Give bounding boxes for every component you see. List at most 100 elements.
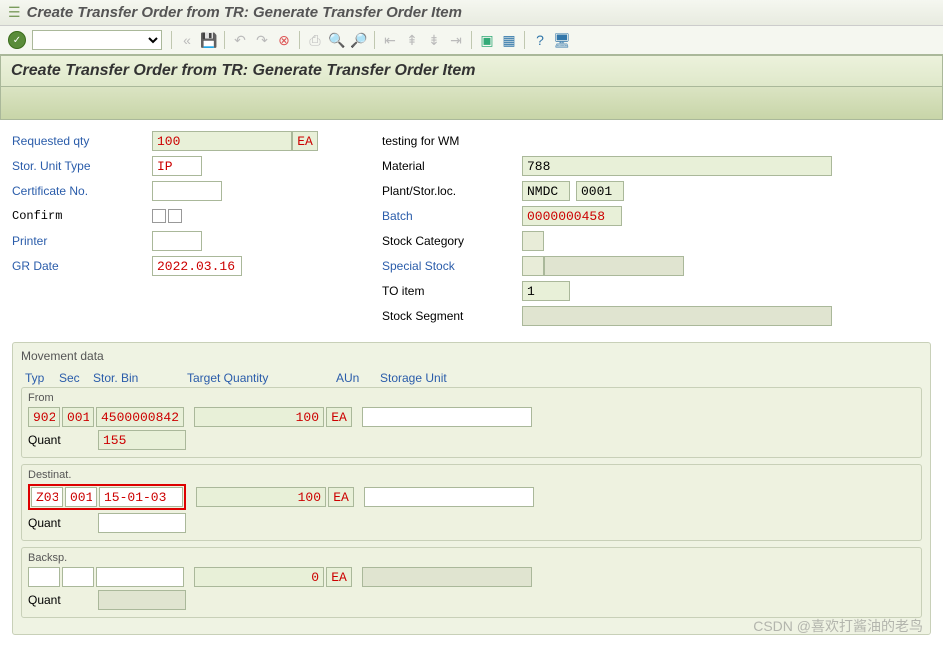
back-icon[interactable]: ↶ [230,30,250,50]
command-combo[interactable] [32,30,162,50]
to-item-input [522,281,570,301]
material-input [522,156,832,176]
right-column: testing for WM Material Plant/Stor.loc. … [382,130,931,330]
material-label: Material [382,159,522,173]
exit-icon[interactable]: ↷ [252,30,272,50]
shortcut-icon[interactable]: ▦ [499,30,519,50]
print-icon[interactable]: ⎙ [305,30,325,50]
toolbar-separator [299,31,300,49]
printer-label: Printer [12,234,152,248]
dest-quant[interactable] [98,513,186,533]
toolbar-separator [171,31,172,49]
storloc-input [576,181,624,201]
stor-unit-type-label: Stor. Unit Type [12,159,152,173]
col-sec: Sec [59,371,89,385]
from-quant-label: Quant [28,433,96,447]
movement-data-section: Movement data Typ Sec Stor. Bin Target Q… [12,342,931,635]
col-aun: AUn [336,371,376,385]
destinat-subsection: Destinat. Quant [21,464,922,541]
requested-qty-input[interactable] [152,131,292,151]
printer-input[interactable] [152,231,202,251]
back-storage-unit [362,567,532,587]
new-session-icon[interactable]: ▣ [477,30,497,50]
col-typ: Typ [25,371,55,385]
certificate-no-input[interactable] [152,181,222,201]
plant-label: Plant/Stor.loc. [382,184,522,198]
back-sec[interactable] [62,567,94,587]
find-next-icon[interactable]: 🔎 [349,30,369,50]
destinat-title: Destinat. [28,469,915,481]
help-icon[interactable]: ? [530,30,550,50]
movement-columns: Typ Sec Stor. Bin Target Quantity AUn St… [21,369,922,387]
from-bin[interactable] [96,407,184,427]
to-item-label: TO item [382,284,522,298]
dest-sec[interactable] [65,487,97,507]
from-quant[interactable] [98,430,186,450]
dest-qty[interactable] [196,487,326,507]
back-aun [326,567,352,587]
window-titlebar: ☰ Create Transfer Order from TR: Generat… [0,0,943,26]
backsp-subsection: Backsp. Quant [21,547,922,618]
page-up-icon[interactable]: ⇞ [402,30,422,50]
destinat-highlight [28,484,186,510]
from-subsection: From Quant [21,387,922,458]
back-bin[interactable] [96,567,184,587]
dest-storage-unit[interactable] [364,487,534,507]
batch-input [522,206,622,226]
from-typ[interactable] [28,407,60,427]
stock-segment-label: Stock Segment [382,309,522,323]
confirm-checkbox-1[interactable] [152,209,166,223]
from-title: From [28,392,915,404]
first-page-icon[interactable]: « [177,30,197,50]
certificate-no-label: Certificate No. [12,184,152,198]
confirm-label: Confirm [12,209,152,223]
form-area: Requested qty Stor. Unit Type Certificat… [0,120,943,336]
toolbar-separator [224,31,225,49]
movement-data-title: Movement data [21,347,922,365]
back-quant-label: Quant [28,593,96,607]
from-qty[interactable] [194,407,324,427]
page-first-icon[interactable]: ⇤ [380,30,400,50]
app-menu-icon[interactable]: ☰ [8,4,21,21]
special-stock-ind [522,256,544,276]
toolbar: ✓ « 💾 ↶ ↷ ⊗ ⎙ 🔍 🔎 ⇤ ⇞ ⇟ ⇥ ▣ ▦ ? 🖥 [0,26,943,55]
save-icon[interactable]: 💾 [199,30,219,50]
requested-qty-label: Requested qty [12,134,152,148]
page-header: Create Transfer Order from TR: Generate … [0,55,943,120]
back-typ[interactable] [28,567,60,587]
confirm-checkbox-2[interactable] [168,209,182,223]
ok-button[interactable]: ✓ [8,31,26,49]
gr-date-input[interactable] [152,256,242,276]
from-storage-unit[interactable] [362,407,532,427]
cancel-icon[interactable]: ⊗ [274,30,294,50]
back-qty [194,567,324,587]
gr-date-label: GR Date [12,259,152,273]
col-storage-unit: Storage Unit [380,371,500,385]
backsp-title: Backsp. [28,552,915,564]
app-toolbar-area [1,87,942,119]
special-stock-label: Special Stock [382,259,522,273]
stock-segment-input [522,306,832,326]
batch-label: Batch [382,209,522,223]
dest-bin[interactable] [99,487,183,507]
special-stock-input [544,256,684,276]
back-quant [98,590,186,610]
from-sec[interactable] [62,407,94,427]
watermark: CSDN @喜欢打酱油的老鸟 [753,616,923,636]
find-icon[interactable]: 🔍 [327,30,347,50]
stock-category-label: Stock Category [382,234,522,248]
col-bin: Stor. Bin [93,371,183,385]
requested-qty-unit [292,131,318,151]
testing-text: testing for WM [382,134,459,148]
layout-icon[interactable]: 🖥 [552,30,572,50]
page-down-icon[interactable]: ⇟ [424,30,444,50]
dest-aun [328,487,354,507]
stor-unit-type-input[interactable] [152,156,202,176]
toolbar-separator [374,31,375,49]
window-title: Create Transfer Order from TR: Generate … [27,4,462,21]
plant-input [522,181,570,201]
toolbar-separator [524,31,525,49]
page-last-icon[interactable]: ⇥ [446,30,466,50]
page-title: Create Transfer Order from TR: Generate … [1,56,942,87]
dest-typ[interactable] [31,487,63,507]
